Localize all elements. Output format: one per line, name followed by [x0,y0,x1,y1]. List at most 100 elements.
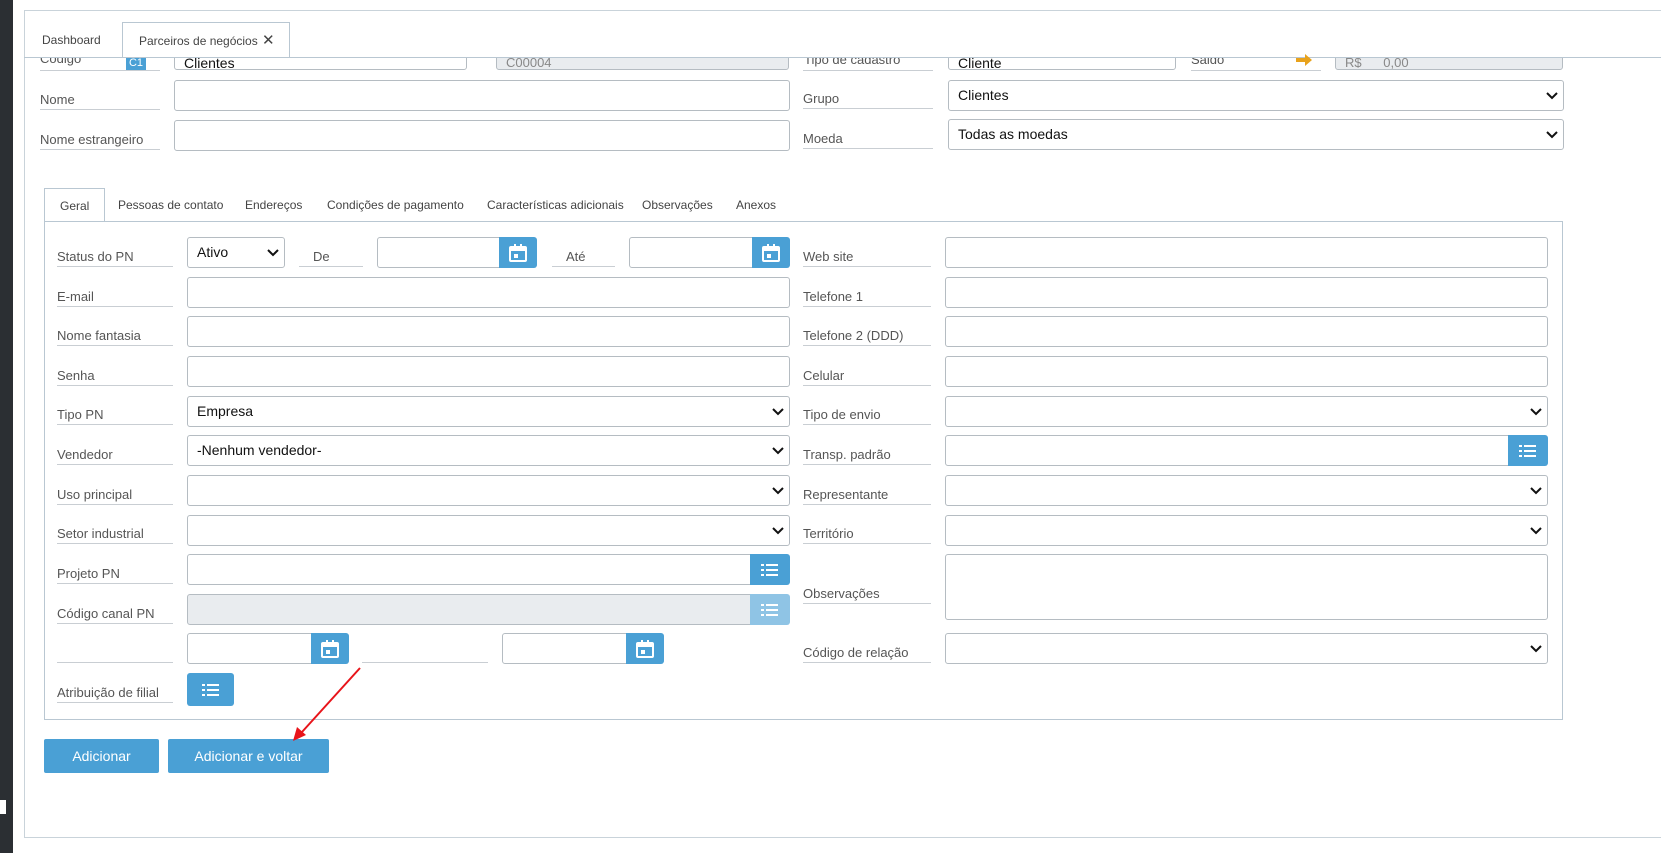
tipo-envio-select[interactable] [945,396,1548,427]
close-icon[interactable]: ✕ [262,23,278,59]
moeda-select[interactable]: Todas as moedas [948,119,1564,150]
nome-estrangeiro-input[interactable] [174,120,790,151]
serie-value: Clientes [184,58,235,71]
saldo-underline [1191,70,1321,71]
tipo-pn-select[interactable]: Empresa [187,396,790,427]
tipo-pn-value: Empresa [197,403,254,419]
chevron-down-icon [772,516,784,545]
transp-padrao-input[interactable] [945,435,1510,466]
chevron-down-icon [1530,476,1542,505]
transp-padrao-list-button[interactable] [1508,435,1548,466]
window-edge [0,0,13,853]
grupo-value: Clientes [958,87,1009,103]
date-from-calendar-button[interactable] [311,633,349,664]
saldo-label: Saldo [1191,58,1225,67]
setor-industrial-select[interactable] [187,515,790,546]
date-from-input[interactable] [187,633,313,664]
telefone1-input[interactable] [945,277,1548,308]
projeto-pn-input[interactable] [187,554,752,585]
web-site-input[interactable] [945,237,1548,268]
tipo-cadastro-select[interactable]: Cliente [948,58,1176,71]
list-icon [761,604,778,616]
codigo-relacao-select[interactable] [945,633,1548,664]
serie-select[interactable]: Clientes [174,58,467,71]
nome-label: Nome [40,86,160,110]
de-calendar-button[interactable] [499,237,537,268]
nome-fantasia-label: Nome fantasia [57,322,173,346]
projeto-pn-list-button[interactable] [750,554,790,585]
codigo-label: Código [40,58,82,66]
tab-caracteristicas[interactable]: Características adicionais [487,188,624,222]
uso-principal-label: Uso principal [57,481,173,505]
projeto-pn-label: Projeto PN [57,560,173,584]
de-label: De [299,243,363,267]
status-select[interactable]: Ativo [187,237,285,268]
chevron-down-icon [1546,81,1558,110]
add-button[interactable]: Adicionar [44,739,159,773]
calendar-icon [509,244,527,262]
edge-notch [0,800,6,814]
chevron-down-icon [1546,120,1558,149]
date-separator-underline [362,662,488,663]
tipo-cadastro-underline [803,70,933,71]
chevron-down-icon [1530,634,1542,663]
tab-condicoes-pagamento[interactable]: Condições de pagamento [327,188,464,222]
saldo-currency: R$ [1345,58,1362,70]
tab-geral[interactable]: Geral [44,188,106,222]
nome-input[interactable] [174,80,790,111]
chevron-down-icon [267,238,279,267]
chevron-down-icon [772,436,784,465]
tab-anexos[interactable]: Anexos [736,188,776,222]
codigo-relacao-label: Código de relação [803,639,931,663]
email-input[interactable] [187,277,790,308]
add-and-back-button[interactable]: Adicionar e voltar [168,739,329,773]
email-label: E-mail [57,283,173,307]
representante-select[interactable] [945,475,1548,506]
tab-enderecos[interactable]: Endereços [245,188,302,222]
date-to-input[interactable] [502,633,628,664]
chevron-down-icon [772,476,784,505]
atribuicao-filial-button[interactable] [187,673,234,706]
saldo-arrow-icon[interactable] [1296,54,1313,66]
calendar-icon [321,640,339,658]
grupo-select[interactable]: Clientes [948,80,1564,111]
tab-dashboard[interactable]: Dashboard [42,22,101,58]
telefone2-input[interactable] [945,316,1548,347]
observacoes-textarea[interactable] [945,554,1548,620]
uso-principal-select[interactable] [187,475,790,506]
nome-fantasia-input[interactable] [187,316,790,347]
atribuicao-filial-label: Atribuição de filial [57,679,173,703]
territorio-label: Território [803,520,931,544]
codigo-badge[interactable]: C1 [126,58,146,70]
moeda-label: Moeda [803,125,933,149]
territorio-select[interactable] [945,515,1548,546]
tab-partners[interactable]: Parceiros de negócios ✕ [122,22,290,58]
moeda-value: Todas as moedas [958,126,1068,142]
status-label: Status do PN [57,243,173,267]
chevron-down-icon [772,397,784,426]
tab-observacoes[interactable]: Observações [642,188,713,222]
ate-date-input[interactable] [629,237,754,268]
list-icon [761,564,778,576]
codigo-value: C00004 [506,58,552,70]
transp-padrao-label: Transp. padrão [803,441,931,465]
vendedor-value: -Nenhum vendedor- [197,442,322,458]
ate-label: Até [552,243,615,267]
telefone1-label: Telefone 1 [803,283,931,307]
senha-label: Senha [57,362,173,386]
saldo-value: 0,00 [1383,58,1409,70]
date-to-calendar-button[interactable] [626,633,664,664]
ate-calendar-button[interactable] [752,237,790,268]
nome-estrangeiro-label: Nome estrangeiro [40,126,160,150]
observacoes-label: Observações [803,580,931,604]
telefone2-label: Telefone 2 (DDD) [803,322,931,346]
celular-input[interactable] [945,356,1548,387]
list-icon [1519,445,1536,457]
vendedor-select[interactable]: -Nenhum vendedor- [187,435,790,466]
tab-pessoas-contato[interactable]: Pessoas de contato [118,188,223,222]
de-date-input[interactable] [377,237,501,268]
chevron-down-icon [1530,516,1542,545]
tipo-cadastro-label: Tipo de cadastro [804,58,901,67]
senha-input[interactable] [187,356,790,387]
codigo-canal-input [187,594,752,625]
